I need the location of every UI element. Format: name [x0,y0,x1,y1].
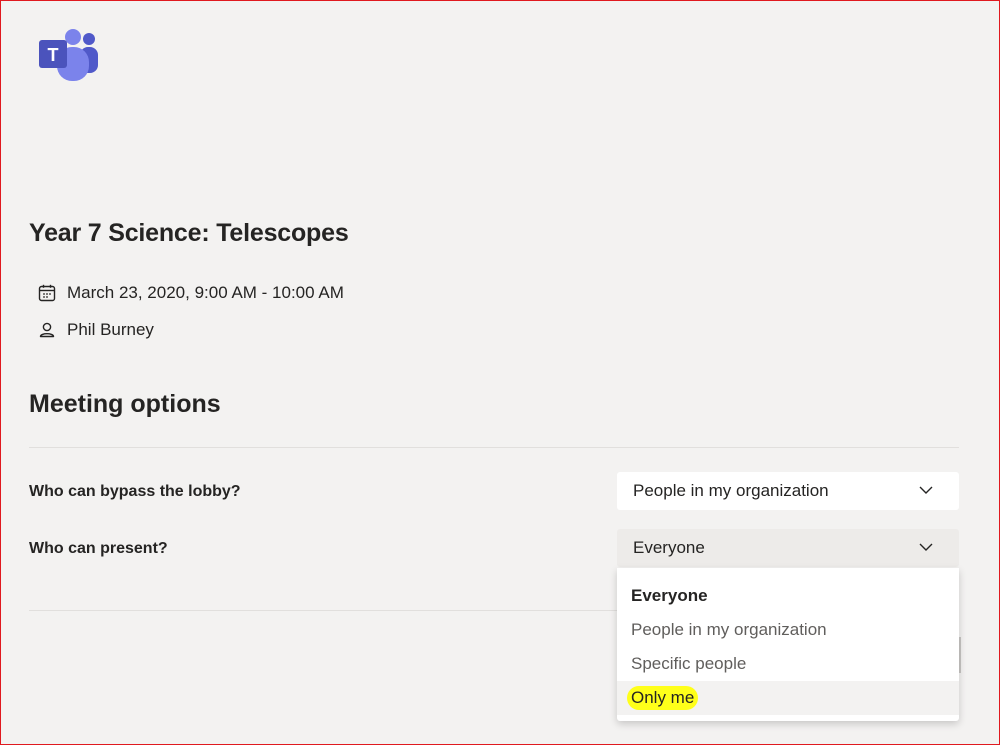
lobby-option-label: Who can bypass the lobby? [29,483,241,500]
svg-text:T: T [48,45,59,65]
chevron-down-icon [919,543,933,551]
meeting-datetime-row: March 23, 2020, 9:00 AM - 10:00 AM [37,283,344,303]
dropdown-option-people-in-my-organization[interactable]: People in my organization [617,613,959,647]
meeting-organizer: Phil Burney [67,320,154,339]
dropdown-option-specific-people[interactable]: Specific people [617,647,959,681]
highlighted-option-label: Only me [627,686,699,710]
lobby-dropdown[interactable]: People in my organization [617,472,959,510]
present-dropdown[interactable]: Everyone [617,529,959,567]
teams-logo-icon: T [39,29,98,81]
dropdown-option-everyone[interactable]: Everyone [617,579,959,613]
meeting-title: Year 7 Science: Telescopes [29,219,349,247]
section-heading-meeting-options: Meeting options [29,390,221,418]
present-dropdown-menu: Everyone People in my organization Speci… [617,568,959,721]
meeting-organizer-row: Phil Burney [37,320,154,340]
present-option-label: Who can present? [29,540,168,557]
divider [29,447,959,448]
person-icon [37,320,57,340]
dropdown-option-only-me[interactable]: Only me [617,681,959,715]
save-button-edge [959,637,961,673]
chevron-down-icon [919,486,933,494]
lobby-dropdown-value: People in my organization [633,481,829,500]
meeting-datetime: March 23, 2020, 9:00 AM - 10:00 AM [67,283,344,302]
calendar-icon [37,283,57,303]
present-dropdown-value: Everyone [633,538,705,557]
